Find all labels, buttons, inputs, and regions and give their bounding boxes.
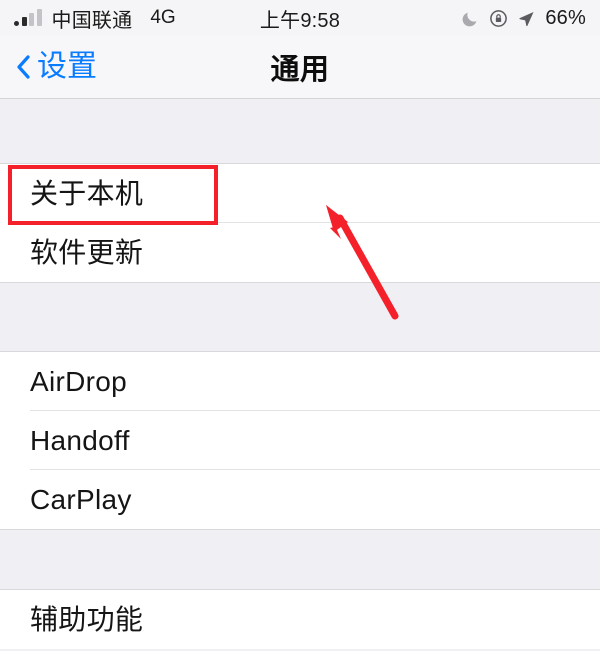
status-bar-clock: 上午9:58 [259,9,341,32]
accessibility-group: 辅助功能 [0,589,600,649]
carrier-name: 中国联通 [51,9,133,32]
about-group: 关于本机 软件更新 [0,163,600,283]
row-about-this-phone[interactable]: 关于本机 [0,164,600,223]
chevron-left-icon [17,55,30,79]
back-button[interactable]: 设置 [16,36,97,98]
status-bar-left: 中国联通 4G [14,4,176,33]
sharing-group: AirDrop Handoff CarPlay [0,351,600,530]
row-label-carplay: CarPlay [30,483,132,515]
signal-bars-icon [14,8,42,27]
status-bar: 中国联通 4G 上午9:58 66% [0,0,600,36]
navigation-bar: 设置 通用 [0,36,600,99]
row-label-software-update: 软件更新 [30,236,144,268]
row-software-update[interactable]: 软件更新 [0,223,600,282]
battery-percentage: 66% [545,6,586,29]
network-type-label: 4G [150,7,176,28]
do-not-disturb-moon-icon [462,12,477,26]
location-arrow-icon [519,11,534,26]
row-label-about-this-phone: 关于本机 [30,177,144,209]
section-gap-2 [0,530,600,589]
row-label-handoff: Handoff [30,424,130,456]
iphone-settings-general-screen: 中国联通 4G 上午9:58 66% 设置 通用 关于本机 软件更新 AirDr… [0,0,600,651]
row-label-accessibility: 辅助功能 [30,603,144,635]
row-label-airdrop: AirDrop [30,365,128,397]
row-airdrop[interactable]: AirDrop [0,352,600,411]
status-bar-right: 66% [461,7,586,30]
settings-list[interactable]: 关于本机 软件更新 AirDrop Handoff CarPlay 辅助功能 [0,99,600,651]
row-carplay[interactable]: CarPlay [0,470,600,529]
section-gap-1 [0,283,600,351]
back-button-label: 设置 [37,50,97,83]
section-gap-top [0,99,600,163]
row-handoff[interactable]: Handoff [0,411,600,470]
row-accessibility[interactable]: 辅助功能 [0,590,600,649]
rotation-lock-icon [490,9,508,27]
